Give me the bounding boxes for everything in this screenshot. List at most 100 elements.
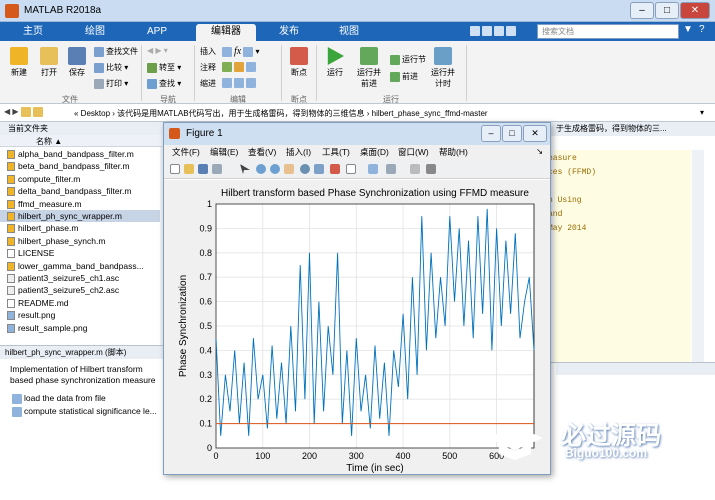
file-list-item[interactable]: compute_filter.m (0, 173, 160, 185)
file-list-item[interactable]: LICENSE (0, 247, 160, 259)
maximize-button[interactable]: □ (655, 2, 679, 19)
figure-close-button[interactable]: ✕ (523, 125, 547, 142)
watermark-logo: 必过源码 Biguo100.com (485, 412, 715, 467)
hide-plot-tools-icon[interactable] (410, 164, 420, 174)
file-list-item[interactable]: patient3_seizure5_ch2.asc (0, 284, 160, 296)
menu-dock-arrow-icon[interactable]: ↘ (536, 146, 543, 157)
title-bar: MATLAB R2018a – □ ✕ (0, 0, 715, 22)
link-plot-icon[interactable] (346, 164, 356, 174)
menu-edit[interactable]: 编辑(E) (210, 146, 238, 158)
file-list-item[interactable]: result.png (0, 309, 160, 321)
file-list-item[interactable]: patient3_seizure5_ch1.asc (0, 272, 160, 284)
new-button[interactable]: 新建 (4, 47, 34, 78)
minimize-button[interactable]: – (630, 2, 654, 19)
insert-colorbar-icon[interactable] (368, 164, 378, 174)
file-list-item[interactable]: lower_gamma_band_bandpass... (0, 260, 160, 272)
file-icon (7, 311, 15, 321)
file-list-item[interactable]: result_sample.png (0, 322, 160, 334)
file-icon (7, 323, 15, 333)
show-plot-tools-icon[interactable] (426, 164, 436, 174)
data-cursor-icon[interactable] (314, 164, 324, 174)
run-button[interactable]: 运行 (320, 47, 350, 78)
comment-button[interactable]: 注释 (200, 62, 216, 73)
edit-icons-row2[interactable] (222, 62, 258, 72)
editor-scrollbar[interactable] (692, 150, 704, 362)
back-forward-arrows[interactable]: ◀ ▶ ▾ (147, 46, 168, 55)
menu-view[interactable]: 查看(V) (248, 146, 276, 158)
advance-button[interactable]: 前进 (390, 71, 418, 82)
menu-desktop[interactable]: 桌面(D) (360, 146, 389, 158)
x-tick-label: 500 (442, 451, 457, 461)
menu-tools[interactable]: 工具(T) (322, 146, 350, 158)
file-list-item[interactable]: hilbert_phase_synch.m (0, 235, 160, 247)
nav-arrows[interactable]: ◀ ▶ (4, 107, 45, 117)
menu-file[interactable]: 文件(F) (172, 146, 200, 158)
details-item[interactable]: load the data from file (12, 393, 106, 404)
run-section-button[interactable]: 运行节 (390, 54, 426, 65)
indent-button[interactable]: 缩进 (200, 78, 216, 89)
search-docs-input[interactable]: 搜索文档 (537, 24, 679, 39)
brush-icon[interactable] (330, 164, 340, 174)
tab-plots[interactable]: 绘图 (70, 24, 120, 41)
print-figure-icon[interactable] (212, 164, 222, 174)
menu-help[interactable]: 帮助(H) (439, 146, 468, 158)
tab-publish[interactable]: 发布 (264, 24, 314, 41)
file-column-header[interactable]: 名称 ▲ (0, 135, 166, 147)
editor-code-area[interactable] (554, 150, 691, 362)
file-icon (7, 162, 15, 172)
tab-apps[interactable]: APP (132, 24, 182, 41)
figure-maximize-button[interactable]: □ (502, 125, 522, 142)
file-list-item[interactable]: beta_band_bandpass_filter.m (0, 160, 160, 172)
tab-view[interactable]: 视图 (324, 24, 374, 41)
zoom-in-icon[interactable] (256, 164, 266, 174)
file-list-item[interactable]: delta_band_bandpass_filter.m (0, 185, 160, 197)
open-file-icon[interactable] (184, 164, 194, 174)
menu-insert[interactable]: 插入(I) (286, 146, 311, 158)
edit-icons-row1[interactable]: fx ▾ (222, 46, 259, 57)
insert-button[interactable]: 插入 (200, 46, 216, 57)
x-tick-label: 100 (255, 451, 270, 461)
file-list-item[interactable]: README.md (0, 297, 160, 309)
file-icon (7, 174, 15, 184)
help-icon[interactable]: ? (699, 24, 713, 39)
tab-editor[interactable]: 编辑器 (196, 24, 256, 41)
open-button[interactable]: 打开 (34, 47, 64, 78)
x-tick-label: 200 (302, 451, 317, 461)
file-list-item[interactable]: alpha_band_bandpass_filter.m (0, 148, 160, 160)
current-folder-header: 当前文件夹 (0, 122, 166, 135)
y-tick-label: 0.8 (199, 248, 212, 258)
breakpoints-button[interactable]: 断点 (284, 47, 314, 78)
file-list-item[interactable]: ffmd_measure.m (0, 198, 160, 210)
tab-home[interactable]: 主页 (8, 24, 58, 41)
find-button[interactable]: 查找 ▾ (147, 78, 181, 89)
current-path[interactable]: « Desktop › 该代码是用MATLAB代码写出，用于生成格雷码，得到物体… (74, 108, 488, 119)
path-dropdown-icon[interactable]: ▾ (700, 108, 704, 117)
file-list-item[interactable]: hilbert_phase.m (0, 222, 160, 234)
details-item[interactable]: compute statistical significance le... (12, 406, 157, 417)
run-and-time-button[interactable]: 运行并 计时 (426, 47, 460, 89)
close-button[interactable]: ✕ (680, 2, 710, 19)
edit-icons-row3[interactable] (222, 78, 258, 88)
save-figure-icon[interactable] (198, 164, 208, 174)
filter-icon[interactable]: ▼ (683, 24, 697, 39)
find-files-button[interactable]: 查找文件 (94, 46, 138, 57)
goto-button[interactable]: 转至 ▾ (147, 62, 181, 73)
y-tick-label: 0.1 (199, 419, 212, 429)
figure-title-bar: Figure 1 – □ ✕ (164, 123, 550, 145)
y-axis-label: Phase Synchronization (178, 275, 189, 377)
insert-legend-icon[interactable] (386, 164, 396, 174)
menu-window[interactable]: 窗口(W) (398, 146, 429, 158)
print-button[interactable]: 打印 ▾ (94, 78, 128, 89)
save-button[interactable]: 保存 (62, 47, 92, 78)
figure-minimize-button[interactable]: – (481, 125, 501, 142)
compare-button[interactable]: 比较 ▾ (94, 62, 128, 73)
zoom-out-icon[interactable] (270, 164, 280, 174)
file-list-item[interactable]: hilbert_ph_sync_wrapper.m (0, 210, 160, 222)
pointer-icon[interactable] (240, 164, 250, 174)
pan-icon[interactable] (284, 164, 294, 174)
new-figure-icon[interactable] (170, 164, 180, 174)
run-and-advance-button[interactable]: 运行并 前进 (352, 47, 386, 89)
address-bar[interactable]: ◀ ▶ « Desktop › 该代码是用MATLAB代码写出，用于生成格雷码，… (0, 104, 715, 122)
rotate-icon[interactable] (300, 164, 310, 174)
stopwatch-icon (434, 47, 452, 65)
